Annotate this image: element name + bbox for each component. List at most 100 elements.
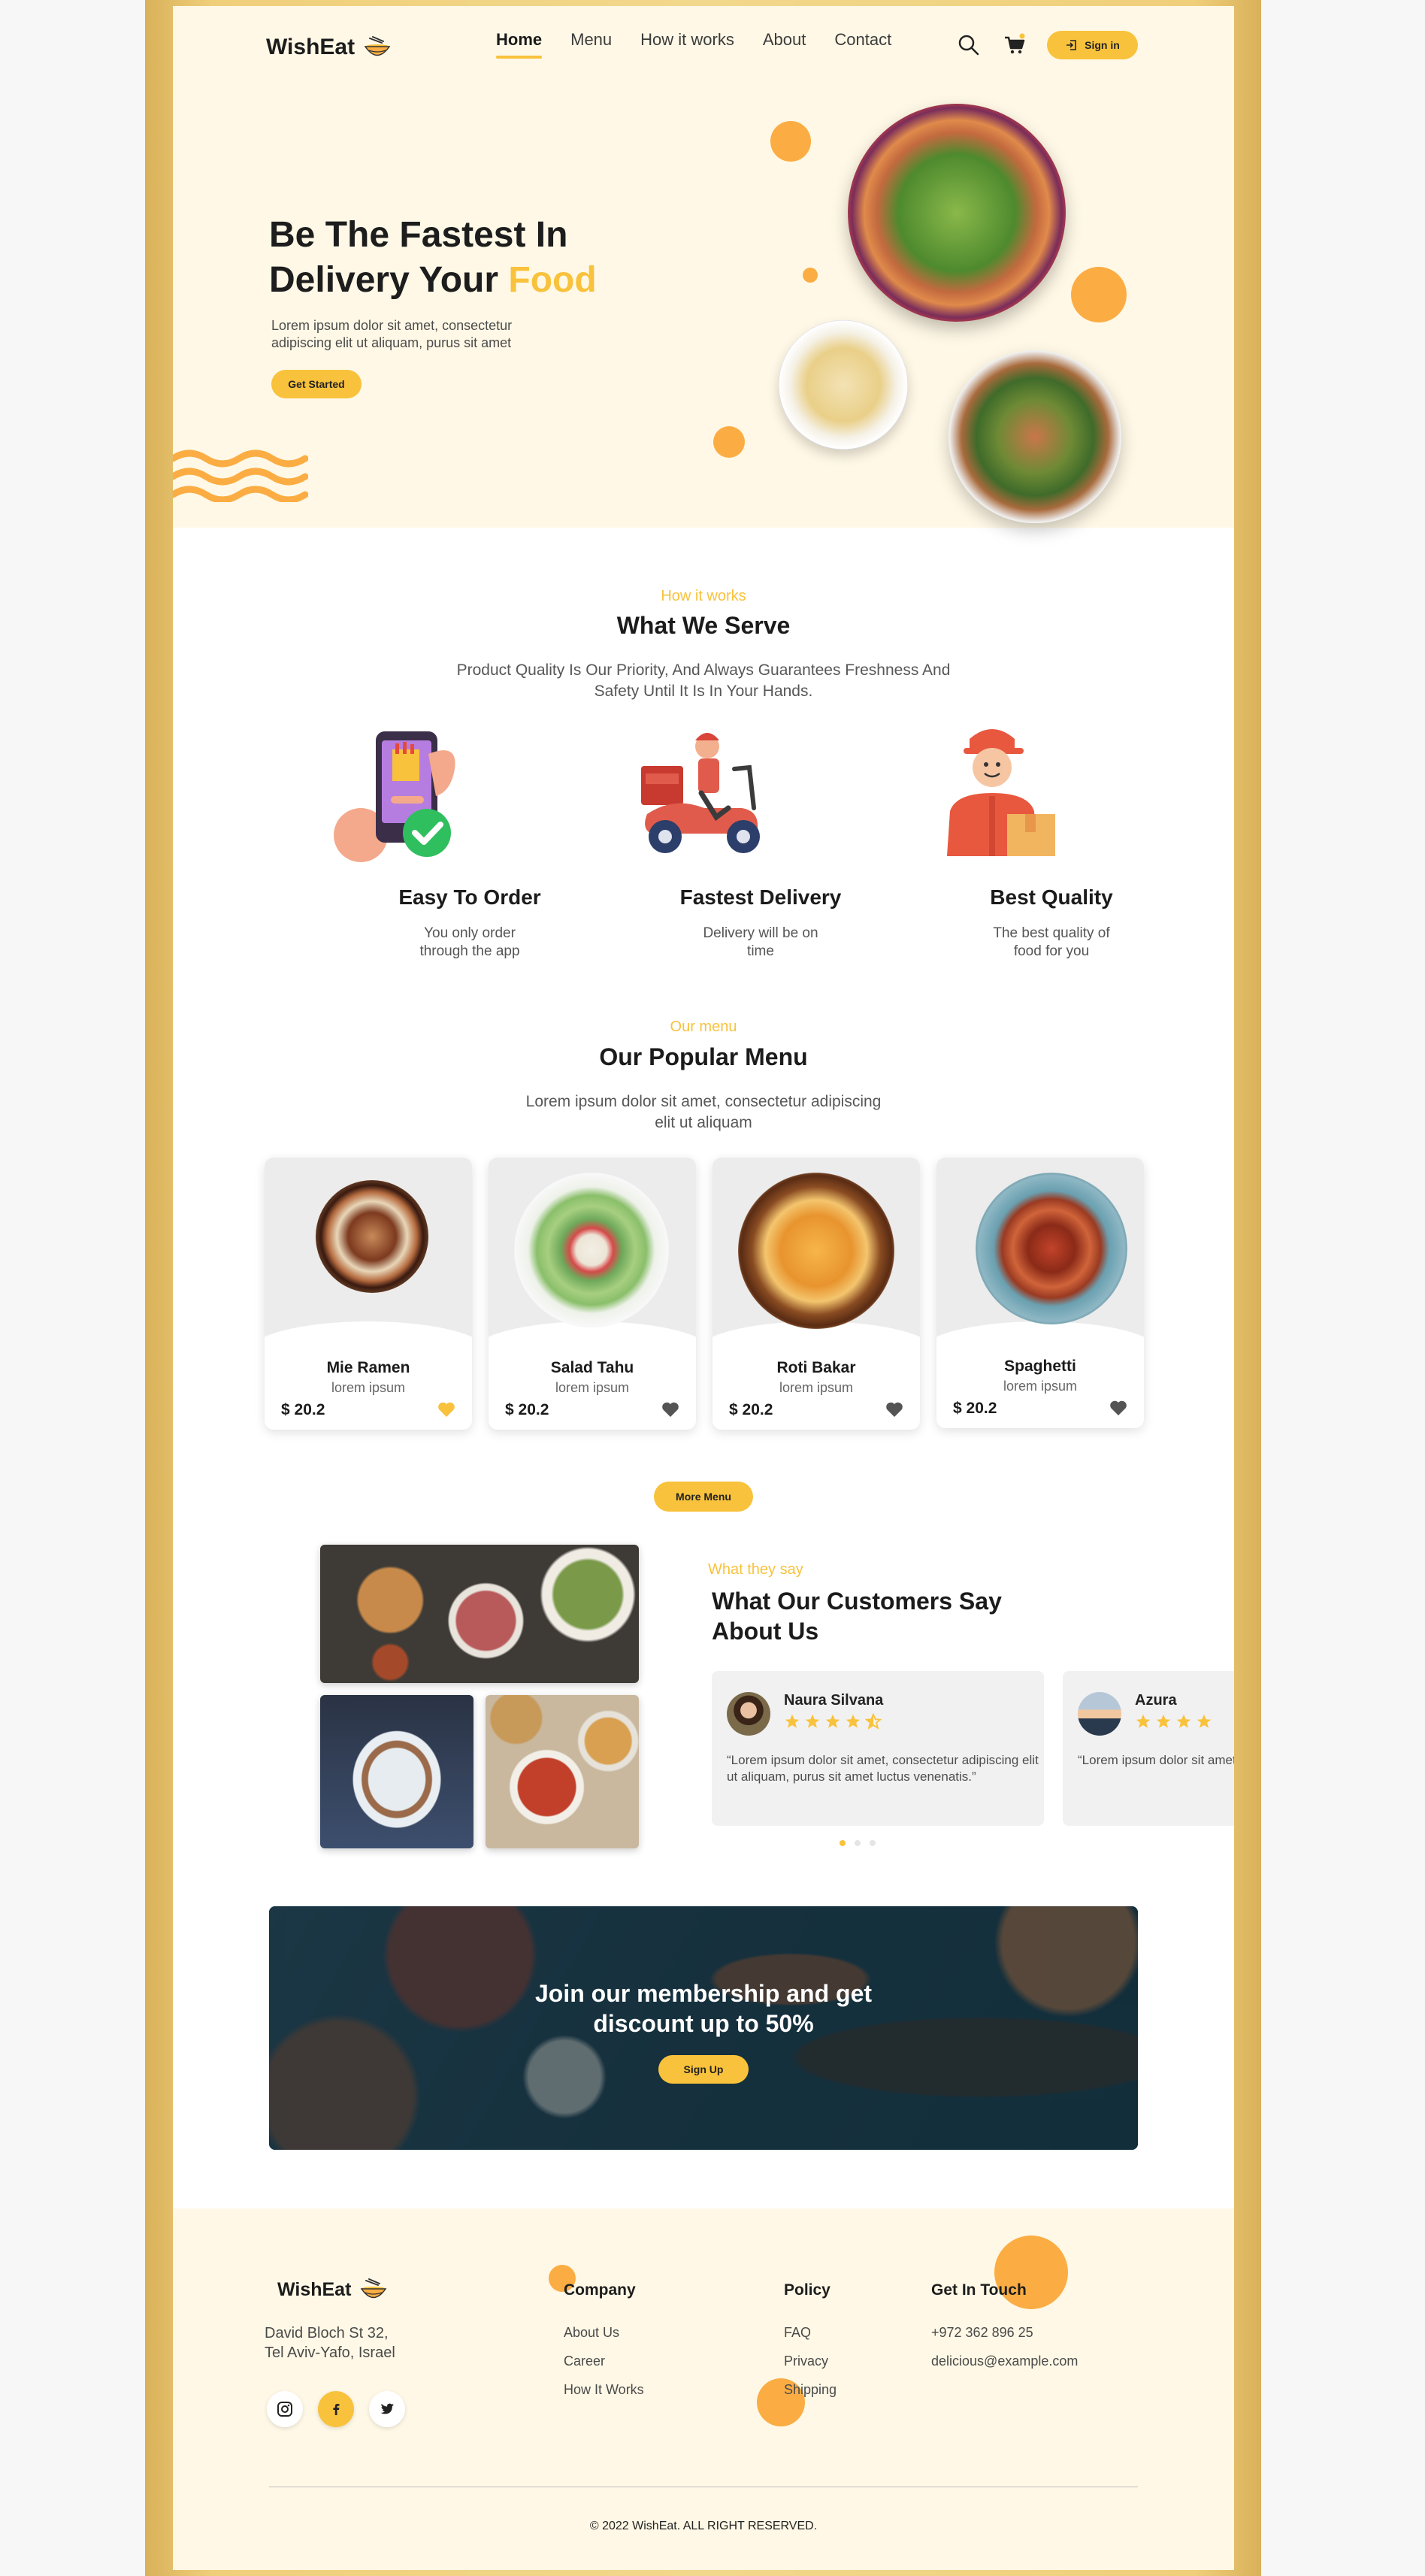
feature-title: Easy To Order	[398, 885, 541, 909]
card-price: $ 20.2	[953, 1400, 997, 1417]
reviewer-name: Naura Silvana	[784, 1692, 884, 1709]
bowl-icon	[360, 2278, 387, 2299]
landing-page: WishEat Home Menu How it works About Con…	[173, 6, 1234, 2570]
footer-link-shipping[interactable]: Shipping	[784, 2382, 837, 2398]
star-icon	[846, 1714, 861, 1728]
hero-section: WishEat Home Menu How it works About Con…	[173, 6, 1234, 528]
sign-in-label: Sign in	[1085, 39, 1120, 51]
sign-in-button[interactable]: Sign in	[1047, 31, 1138, 59]
star-icon	[1136, 1714, 1151, 1728]
address-line1: David Bloch St 32,	[265, 2325, 389, 2341]
review-text: “Lorem ipsum dolor sit amet, consectetur…	[1078, 1753, 1234, 1767]
footer: WishEat David Bloch St 32, Tel Aviv-Yafo…	[173, 2208, 1234, 2570]
footer-address: David Bloch St 32, Tel Aviv-Yafo, Israel	[265, 2323, 395, 2363]
carousel-pagination	[840, 1840, 876, 1846]
sign-up-button[interactable]: Sign Up	[658, 2055, 749, 2084]
search-icon[interactable]	[957, 33, 981, 57]
policy-title: Policy	[784, 2281, 830, 2299]
hero-title-line1: Be The Fastest In	[269, 215, 568, 255]
contact-title: Get In Touch	[931, 2281, 1027, 2299]
star-rating	[1135, 1713, 1212, 1730]
food-photo-top	[320, 1545, 639, 1683]
salad-image	[514, 1173, 669, 1327]
carousel-dot[interactable]	[870, 1840, 876, 1846]
instagram-button[interactable]	[267, 2391, 303, 2427]
menu-title: Our Popular Menu	[599, 1043, 808, 1070]
banner-title-line2: discount up to 50%	[593, 2010, 814, 2037]
twitter-button[interactable]	[369, 2391, 405, 2427]
company-title: Company	[564, 2281, 636, 2299]
decor-dot	[770, 121, 811, 162]
menu-card[interactable]: Salad Tahu lorem ipsum $ 20.2	[489, 1158, 696, 1430]
footer-logo[interactable]: WishEat	[277, 2278, 389, 2302]
footer-link-about-us[interactable]: About Us	[564, 2325, 619, 2341]
brand-name: WishEat	[277, 2278, 352, 2300]
card-subtitle: lorem ipsum	[555, 1380, 630, 1395]
contact-email[interactable]: delicious@example.com	[931, 2354, 1078, 2369]
spaghetti-image	[976, 1173, 1127, 1324]
hero-title-accent: Food	[508, 260, 597, 300]
chef-quality-illustration	[947, 729, 1055, 856]
hero-subtitle: Lorem ipsum dolor sit amet, consectetur …	[271, 318, 513, 350]
facebook-icon	[333, 2404, 340, 2415]
contact-phone[interactable]: +972 362 896 25	[931, 2325, 1033, 2341]
heart-icon[interactable]	[437, 1401, 455, 1418]
card-name: Salad Tahu	[550, 1359, 634, 1376]
card-price: $ 20.2	[729, 1401, 773, 1418]
salad-bowl-image	[848, 104, 1066, 322]
nav-about[interactable]: About	[763, 30, 806, 50]
get-started-button[interactable]: Get Started	[271, 370, 362, 398]
card-subtitle: lorem ipsum	[331, 1380, 406, 1395]
feature-title: Best Quality	[990, 885, 1113, 909]
menu-description: Lorem ipsum dolor sit amet, consectetur …	[525, 1093, 882, 1131]
ramen-image	[316, 1180, 428, 1293]
star-icon	[825, 1714, 840, 1728]
carousel-dot-active[interactable]	[840, 1840, 846, 1846]
decor-dot	[713, 426, 745, 458]
decor-dot	[803, 268, 818, 283]
main-nav: Home Menu How it works About Contact	[496, 30, 920, 59]
heart-icon[interactable]	[885, 1401, 903, 1418]
footer-link-faq[interactable]: FAQ	[784, 2325, 811, 2341]
more-menu-button[interactable]: More Menu	[654, 1482, 753, 1512]
toast-image	[738, 1173, 894, 1329]
cart-icon[interactable]	[1003, 33, 1027, 57]
footer-link-career[interactable]: Career	[564, 2354, 605, 2369]
reviewer-name: Azura	[1135, 1692, 1177, 1709]
reviewer-avatar	[727, 1692, 770, 1736]
card-subtitle: lorem ipsum	[1003, 1379, 1078, 1394]
nav-menu[interactable]: Menu	[570, 30, 612, 50]
menu-eyebrow: Our menu	[670, 1019, 737, 1035]
facebook-button[interactable]	[318, 2391, 354, 2427]
menu-card[interactable]: Mie Ramen lorem ipsum $ 20.2	[265, 1158, 472, 1430]
footer-link-privacy[interactable]: Privacy	[784, 2354, 828, 2369]
twitter-icon	[380, 2403, 394, 2414]
star-icon	[805, 1714, 820, 1728]
nav-how-it-works[interactable]: How it works	[640, 30, 734, 50]
brand-name: WishEat	[266, 35, 355, 59]
spicy-dish-photo	[486, 1695, 639, 1848]
testimonials-title-line2: About Us	[712, 1618, 819, 1645]
menu-card[interactable]: Spaghetti lorem ipsum $ 20.2	[936, 1158, 1144, 1428]
wave-decoration	[173, 450, 308, 502]
feature-desc: The best quality of food for you	[993, 925, 1110, 959]
feature-title: Fastest Delivery	[679, 885, 842, 909]
login-icon	[1066, 40, 1076, 50]
card-name: Spaghetti	[1004, 1358, 1076, 1375]
heart-icon[interactable]	[1109, 1400, 1127, 1416]
menu-card[interactable]: Roti Bakar lorem ipsum $ 20.2	[712, 1158, 920, 1430]
review-text: “Lorem ipsum dolor sit amet, consectetur…	[727, 1753, 1039, 1784]
nav-contact[interactable]: Contact	[834, 30, 891, 50]
review-card: Naura Silvana “Lorem ipsum dolor sit ame…	[712, 1671, 1044, 1826]
card-name: Mie Ramen	[326, 1359, 410, 1376]
nav-home[interactable]: Home	[496, 30, 543, 59]
hero-title-line2: Delivery Your	[269, 260, 509, 300]
brand-logo[interactable]: WishEat	[266, 35, 392, 60]
serve-description: Product Quality Is Our Priority, And Alw…	[456, 661, 951, 700]
star-rating	[784, 1713, 882, 1730]
footer-link-how-it-works[interactable]: How It Works	[564, 2382, 644, 2398]
star-icon	[785, 1714, 800, 1728]
heart-icon[interactable]	[661, 1401, 679, 1418]
scooter-delivery-illustration	[641, 733, 760, 853]
carousel-dot[interactable]	[855, 1840, 861, 1846]
